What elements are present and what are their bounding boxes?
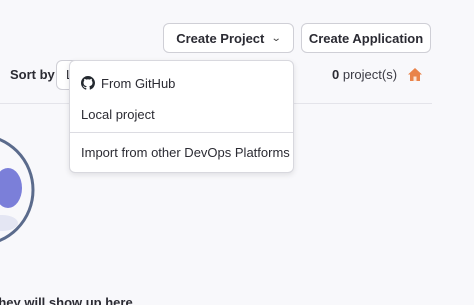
project-count-unit: project(s) <box>342 67 398 82</box>
create-application-button[interactable]: Create Application <box>301 23 431 53</box>
dropdown-item-import-devops[interactable]: Import from other DevOps Platforms <box>70 142 293 162</box>
dropdown-item-label: Import from other DevOps Platforms <box>81 144 290 160</box>
github-icon <box>81 76 95 90</box>
dropdown-item-label: From GitHub <box>101 75 176 91</box>
dropdown-item-local-project[interactable]: Local project <box>70 104 293 124</box>
create-project-label: Create Project <box>176 30 265 46</box>
create-project-button[interactable]: Create Project ⌄ <box>163 23 294 53</box>
dropdown-divider <box>70 132 293 133</box>
empty-state-text: they will show up here <box>0 295 133 305</box>
chevron-down-icon: ⌄ <box>271 32 283 44</box>
dropdown-item-from-github[interactable]: From GitHub <box>70 73 293 93</box>
dropdown-item-label: Local project <box>81 106 155 122</box>
empty-state-illustration <box>0 137 35 243</box>
project-count-number: 0 <box>332 67 340 82</box>
home-icon[interactable] <box>407 67 423 82</box>
sort-by-label: Sort by <box>10 67 55 82</box>
create-project-dropdown: From GitHub Local project Import from ot… <box>69 60 294 173</box>
project-count: 0 project(s) <box>332 67 397 82</box>
create-application-label: Create Application <box>308 30 424 46</box>
